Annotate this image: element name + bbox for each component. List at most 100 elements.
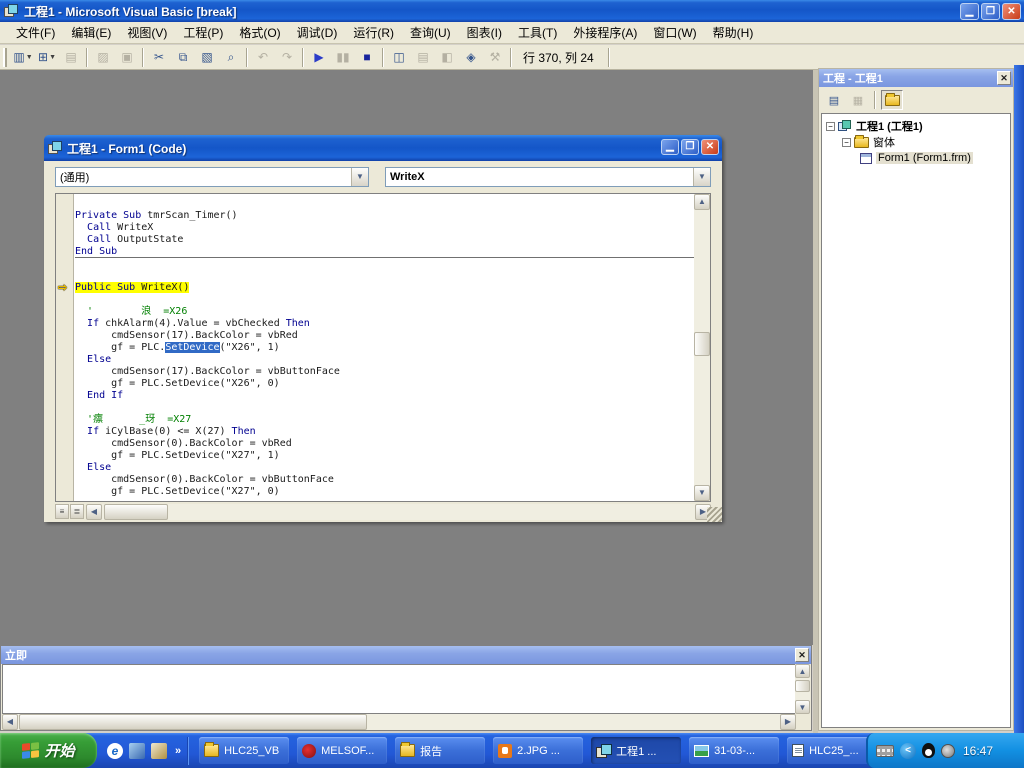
- code-minimize-button[interactable]: ▁: [661, 139, 679, 155]
- code-line-7[interactable]: Public Sub WriteX(): [75, 282, 694, 294]
- forms-folder-label[interactable]: 窗体: [873, 134, 895, 150]
- code-line-20[interactable]: cmdSensor(0).BackColor = vbRed: [75, 438, 694, 450]
- menu-item-9[interactable]: 工具(T): [510, 22, 565, 43]
- task-button-3[interactable]: 2.JPG ...: [493, 737, 583, 764]
- maximize-button[interactable]: ❐: [981, 3, 1000, 20]
- project-explorer-close-button[interactable]: ✕: [997, 71, 1011, 85]
- scroll-down-arrow-icon[interactable]: ▼: [795, 700, 810, 714]
- procedure-combo[interactable]: WriteX ▼: [385, 167, 711, 187]
- menu-item-7[interactable]: 查询(U): [402, 22, 459, 43]
- scroll-left-arrow-icon[interactable]: ◀: [2, 714, 18, 730]
- task-button-1[interactable]: MELSOF...: [297, 737, 387, 764]
- task-button-5[interactable]: 31-03-...: [689, 737, 779, 764]
- quick-launch-chevron-icon[interactable]: »: [175, 745, 181, 757]
- code-line-21[interactable]: gf = PLC.SetDevice("X27", 1): [75, 450, 694, 462]
- toolbox-button[interactable]: ⚒: [484, 47, 506, 68]
- minimize-button[interactable]: ▁: [960, 3, 979, 20]
- task-button-4[interactable]: 工程1 ...: [591, 737, 681, 764]
- horizontal-scroll-thumb[interactable]: [19, 714, 367, 730]
- menu-item-1[interactable]: 编辑(E): [63, 22, 119, 43]
- code-line-18[interactable]: '瘭 _玡 =X27: [75, 414, 694, 426]
- full-module-view-button[interactable]: ≣: [70, 504, 84, 519]
- code-line-12[interactable]: gf = PLC.SetDevice("X26", 1): [75, 342, 694, 354]
- code-close-button[interactable]: ✕: [701, 139, 719, 155]
- dropdown-arrow-icon[interactable]: ▼: [49, 54, 56, 61]
- object-combo[interactable]: (通用) ▼: [55, 167, 369, 187]
- code-line-11[interactable]: cmdSensor(17).BackColor = vbRed: [75, 330, 694, 342]
- code-line-8[interactable]: [75, 294, 694, 306]
- code-text[interactable]: Private Sub tmrScan_Timer() Call WriteX …: [75, 194, 694, 501]
- code-line-3[interactable]: Call OutputState: [75, 234, 694, 246]
- toolbar-drag-handle[interactable]: [3, 48, 7, 67]
- menu-item-3[interactable]: 工程(P): [175, 22, 231, 43]
- code-line-1[interactable]: Private Sub tmrScan_Timer(): [75, 210, 694, 222]
- code-line-23[interactable]: cmdSensor(0).BackColor = vbButtonFace: [75, 474, 694, 486]
- tree-node-forms-folder[interactable]: − 窗体: [822, 134, 1010, 150]
- save-project-button[interactable]: ▣: [116, 47, 138, 68]
- code-line-14[interactable]: cmdSensor(17).BackColor = vbButtonFace: [75, 366, 694, 378]
- code-margin-indicator-bar[interactable]: ⇨: [56, 194, 74, 501]
- resize-grip[interactable]: [707, 507, 722, 522]
- scroll-right-arrow-icon[interactable]: ▶: [780, 714, 796, 730]
- copy-button[interactable]: ⧉: [172, 47, 194, 68]
- code-editor[interactable]: ⇨ Private Sub tmrScan_Timer() Call Write…: [55, 193, 711, 502]
- code-line-6[interactable]: [75, 270, 694, 282]
- start-button[interactable]: 开始: [0, 733, 97, 768]
- toggle-folders-button[interactable]: [881, 90, 903, 110]
- menu-item-4[interactable]: 格式(O): [231, 22, 288, 43]
- project-node-label[interactable]: 工程1 (工程1): [856, 118, 923, 134]
- form1-node-label[interactable]: Form1 (Form1.frm): [876, 152, 973, 164]
- code-line-13[interactable]: Else: [75, 354, 694, 366]
- code-window-title-bar[interactable]: 工程1 - Form1 (Code) ▁ ❐ ✕: [44, 135, 722, 161]
- task-button-2[interactable]: 报告: [395, 737, 485, 764]
- menu-item-8[interactable]: 图表(I): [459, 22, 510, 43]
- code-line-4[interactable]: End Sub: [75, 246, 694, 258]
- add-project-button[interactable]: ▥▼: [12, 47, 34, 68]
- close-button[interactable]: ✕: [1002, 3, 1021, 20]
- code-horizontal-scrollbar[interactable]: ◀ ▶: [86, 504, 711, 520]
- redo-button[interactable]: ↷: [276, 47, 298, 68]
- collapse-icon[interactable]: −: [826, 122, 835, 131]
- end-button[interactable]: ■: [356, 47, 378, 68]
- collapse-icon[interactable]: −: [842, 138, 851, 147]
- internet-explorer-icon[interactable]: e: [107, 743, 123, 759]
- input-method-keyboard-icon[interactable]: [876, 745, 894, 757]
- project-explorer-button[interactable]: ◫: [388, 47, 410, 68]
- object-combo-arrow-icon[interactable]: ▼: [351, 168, 368, 186]
- code-line-0[interactable]: [75, 198, 694, 210]
- open-project-button[interactable]: ▨: [92, 47, 114, 68]
- tree-node-form1[interactable]: Form1 (Form1.frm): [822, 150, 1010, 166]
- hide-icons-chevron-icon[interactable]: <: [900, 743, 916, 759]
- code-line-19[interactable]: If iCylBase(0) <= X(27) Then: [75, 426, 694, 438]
- code-line-16[interactable]: End If: [75, 390, 694, 402]
- immediate-content[interactable]: [2, 664, 796, 714]
- tree-node-project[interactable]: − 工程1 (工程1): [822, 118, 1010, 134]
- immediate-vertical-scrollbar[interactable]: ▲ ▼: [795, 664, 810, 714]
- code-line-15[interactable]: gf = PLC.SetDevice("X26", 0): [75, 378, 694, 390]
- code-vertical-scrollbar[interactable]: ▲ ▼: [694, 194, 710, 501]
- menu-item-10[interactable]: 外接程序(A): [565, 22, 645, 43]
- qq-messenger-icon[interactable]: [922, 743, 935, 758]
- cut-button[interactable]: ✂: [148, 47, 170, 68]
- menu-item-11[interactable]: 窗口(W): [645, 22, 704, 43]
- menu-item-0[interactable]: 文件(F): [8, 22, 63, 43]
- code-line-17[interactable]: [75, 402, 694, 414]
- immediate-close-button[interactable]: ✕: [795, 648, 809, 662]
- menu-editor-button[interactable]: ▤: [60, 47, 82, 68]
- task-button-6[interactable]: HLC25_...: [787, 737, 877, 764]
- view-object-button[interactable]: ▦: [847, 90, 869, 110]
- immediate-title-bar[interactable]: 立即 ✕: [1, 646, 811, 664]
- code-maximize-button[interactable]: ❐: [681, 139, 699, 155]
- menu-item-2[interactable]: 视图(V): [119, 22, 175, 43]
- find-button[interactable]: ⌕: [220, 47, 242, 68]
- task-button-0[interactable]: HLC25_VB: [199, 737, 289, 764]
- undo-button[interactable]: ↶: [252, 47, 274, 68]
- code-line-22[interactable]: Else: [75, 462, 694, 474]
- show-desktop-icon[interactable]: [129, 743, 145, 759]
- properties-window-button[interactable]: ▤: [412, 47, 434, 68]
- vertical-scroll-thumb[interactable]: [694, 332, 710, 356]
- menu-item-5[interactable]: 调试(D): [289, 22, 346, 43]
- object-browser-button[interactable]: ◈: [460, 47, 482, 68]
- vertical-scroll-thumb[interactable]: [795, 680, 810, 692]
- code-line-10[interactable]: If chkAlarm(4).Value = vbChecked Then: [75, 318, 694, 330]
